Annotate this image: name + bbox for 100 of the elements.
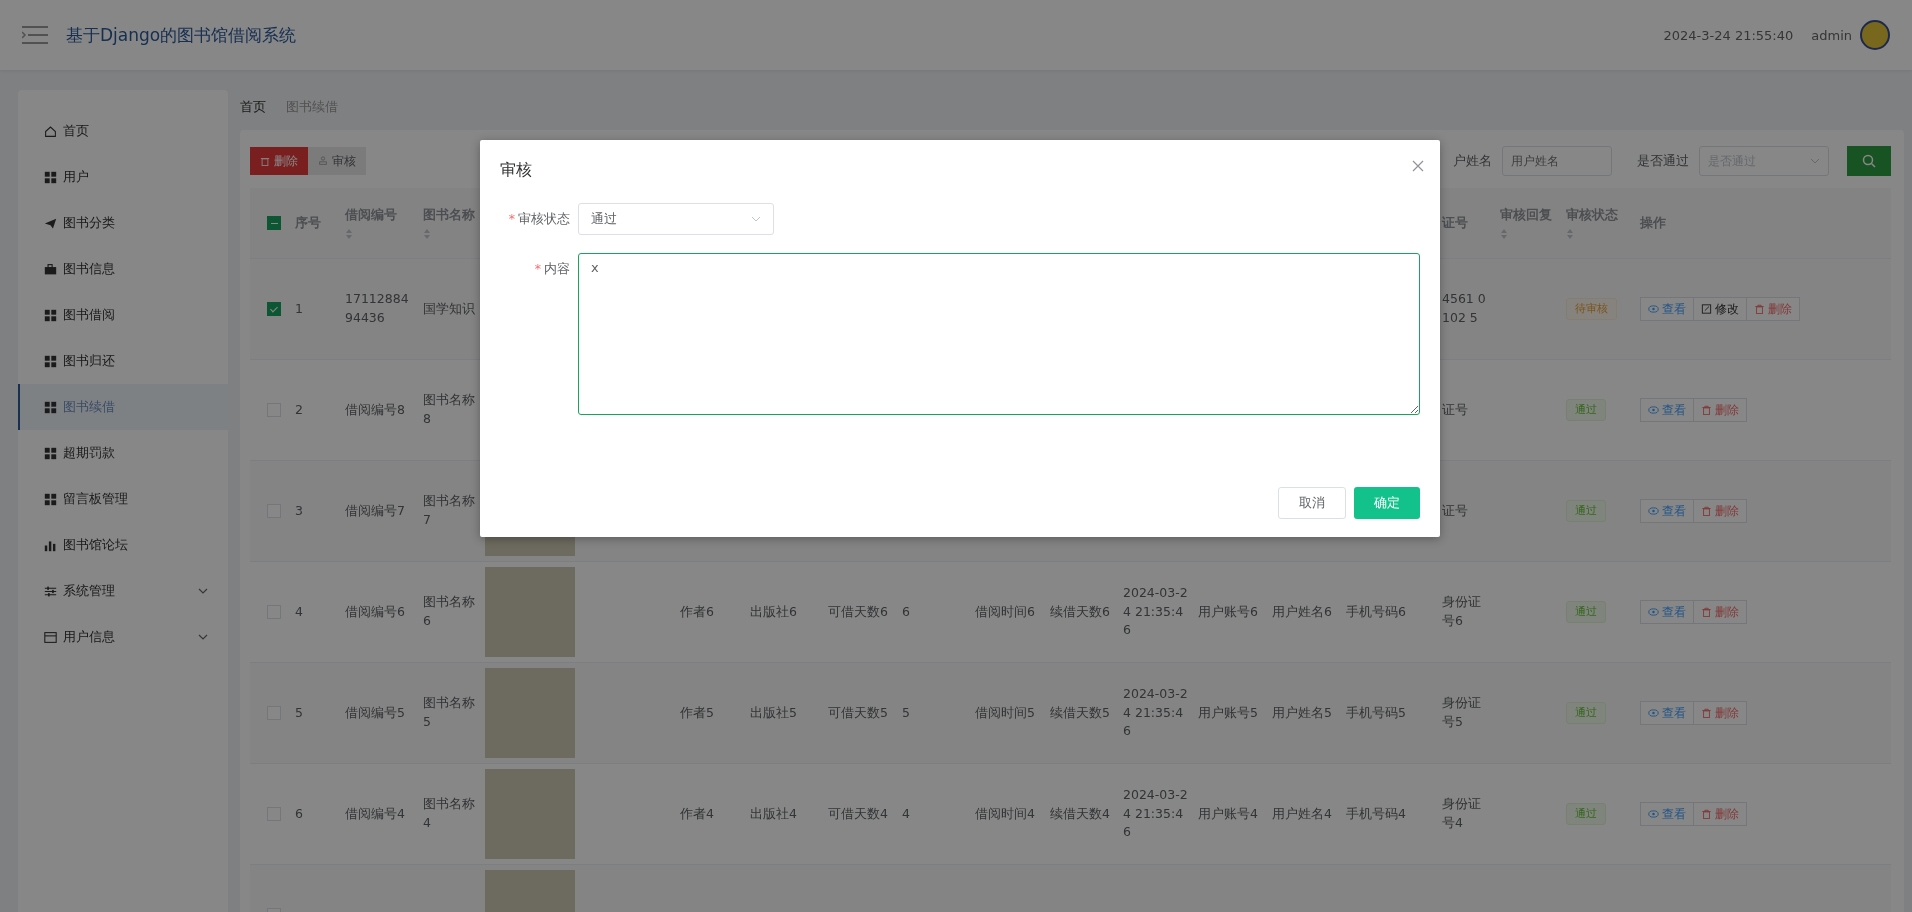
- table-cell-text: 借阅时间6: [975, 602, 1035, 621]
- delete-button[interactable]: 删除: [1693, 600, 1747, 624]
- trash-icon: [1701, 809, 1712, 819]
- edit-button[interactable]: 修改: [1693, 297, 1747, 321]
- table-cell-text: 手机号码5: [1346, 703, 1406, 722]
- table-cell-text: 用户账号6: [1198, 602, 1258, 621]
- sidebar-item[interactable]: 首页: [18, 108, 228, 154]
- table-cell-text: 作者6: [680, 602, 714, 621]
- sidebar-item[interactable]: 图书续借: [18, 384, 228, 430]
- table-cell-text: 用户姓名4: [1272, 804, 1332, 823]
- view-button[interactable]: 查看: [1640, 297, 1694, 321]
- select-all-checkbox[interactable]: [267, 216, 281, 230]
- chevron-icon: [1810, 156, 1820, 166]
- table-cell-text: 4: [902, 804, 910, 823]
- delete-button[interactable]: 删除: [1693, 802, 1747, 826]
- trash-icon: [1701, 506, 1712, 516]
- sliders-icon: [44, 584, 57, 598]
- breadcrumb-link[interactable]: 首页: [240, 98, 266, 116]
- table-cell-text: 4: [295, 602, 303, 621]
- table-cell-text: 借阅编号4: [345, 804, 405, 823]
- view-button[interactable]: 查看: [1640, 802, 1694, 826]
- avatar-icon[interactable]: [1860, 20, 1890, 50]
- table-cell-text: 借阅时间4: [975, 804, 1035, 823]
- grid-icon: [44, 446, 57, 460]
- delete-button[interactable]: 删除: [1693, 701, 1747, 725]
- sidebar-item[interactable]: 用户: [18, 154, 228, 200]
- sort-icon[interactable]: [423, 227, 431, 240]
- grid-icon: [44, 308, 57, 322]
- table-cell-text: 用户姓名6: [1272, 602, 1332, 621]
- content-textarea[interactable]: x: [578, 253, 1420, 415]
- table-cell-text: 6: [902, 602, 910, 621]
- row-checkbox[interactable]: [267, 302, 281, 316]
- table-cell-text: 身份证号5: [1442, 694, 1482, 731]
- table-cell-text: 图书名称4: [423, 795, 475, 832]
- table-cell-text: 图书名称5: [423, 694, 475, 731]
- eye-icon: [1648, 708, 1659, 718]
- delete-button[interactable]: 删除: [1693, 398, 1747, 422]
- cancel-button[interactable]: 取消: [1278, 487, 1346, 519]
- table-cell-text: 4561 0102 5: [1442, 290, 1487, 327]
- chevron-icon: [751, 214, 761, 224]
- required-mark: *: [534, 261, 541, 276]
- username[interactable]: admin: [1811, 27, 1852, 43]
- field-label: 是否通过: [1637, 152, 1689, 170]
- status-select[interactable]: 通过: [578, 203, 774, 235]
- sidebar-item[interactable]: 图书信息: [18, 246, 228, 292]
- view-button[interactable]: 查看: [1640, 398, 1694, 422]
- table-cell-text: 续借天数6: [1050, 602, 1110, 621]
- sidebar-item[interactable]: 系统管理: [18, 568, 228, 614]
- table-cell-text: 国学知识: [423, 299, 475, 318]
- table-cell-text: 身份证号4: [1442, 795, 1482, 832]
- trash-icon: [1754, 304, 1765, 314]
- table-cell-text: 用户账号5: [1198, 703, 1258, 722]
- sidebar-item[interactable]: 超期罚款: [18, 430, 228, 476]
- confirm-button[interactable]: 确定: [1354, 487, 1420, 519]
- view-button[interactable]: 查看: [1640, 701, 1694, 725]
- field-label: 户姓名: [1453, 152, 1492, 170]
- sidebar-item[interactable]: 图书馆论坛: [18, 522, 228, 568]
- search-field[interactable]: 用户姓名: [1502, 146, 1612, 176]
- table-cell-text: 作者5: [680, 703, 714, 722]
- grid-icon: [44, 400, 57, 414]
- chart-icon: [44, 538, 57, 552]
- sidebar-item[interactable]: 图书借阅: [18, 292, 228, 338]
- table-cell-text: 出版社4: [750, 804, 797, 823]
- search-button[interactable]: [1847, 146, 1891, 176]
- sort-icon[interactable]: [345, 227, 353, 240]
- view-button[interactable]: 查看: [1640, 600, 1694, 624]
- sort-icon[interactable]: [1566, 227, 1574, 240]
- sidebar-item[interactable]: 图书归还: [18, 338, 228, 384]
- menu-icon[interactable]: [22, 25, 48, 45]
- delete-button[interactable]: 删除: [1693, 499, 1747, 523]
- close-icon[interactable]: [1412, 160, 1424, 172]
- review-button[interactable]: 审核: [308, 147, 366, 175]
- sort-icon[interactable]: [1500, 227, 1508, 240]
- table-cell-text: 2024-03-24 21:35:46: [1123, 583, 1188, 640]
- status-tag: 待审核: [1566, 297, 1617, 321]
- delete-button[interactable]: 删除: [1746, 297, 1800, 321]
- table-cell-text: 用户姓名5: [1272, 703, 1332, 722]
- trash-icon: [1701, 708, 1712, 718]
- trash-icon: [1701, 607, 1712, 617]
- status-tag: 通过: [1566, 600, 1606, 624]
- table-cell-text: 借阅编号5: [345, 703, 405, 722]
- grid-icon: [44, 170, 57, 184]
- eye-icon: [1648, 607, 1659, 617]
- table-cell-text: 证号: [1442, 501, 1468, 520]
- table-cell-text: 1: [295, 299, 303, 318]
- sidebar-item[interactable]: 图书分类: [18, 200, 228, 246]
- datetime: 2024-3-24 21:55:40: [1663, 27, 1794, 43]
- sidebar-item[interactable]: 留言板管理: [18, 476, 228, 522]
- table-cell-text: 借阅时间5: [975, 703, 1035, 722]
- delete-button[interactable]: 删除: [250, 147, 308, 175]
- view-button[interactable]: 查看: [1640, 499, 1694, 523]
- home-icon: [44, 124, 57, 138]
- status-tag: 通过: [1566, 499, 1606, 523]
- eye-icon: [1648, 304, 1659, 314]
- table-cell-text: 借阅编号7: [345, 501, 405, 520]
- table-cell-text: 图书名称7: [423, 492, 475, 529]
- eye-icon: [1648, 809, 1659, 819]
- table-cell-text: 6: [295, 804, 303, 823]
- table-cell-text: 证号: [1442, 400, 1468, 419]
- sidebar-item[interactable]: 用户信息: [18, 614, 228, 660]
